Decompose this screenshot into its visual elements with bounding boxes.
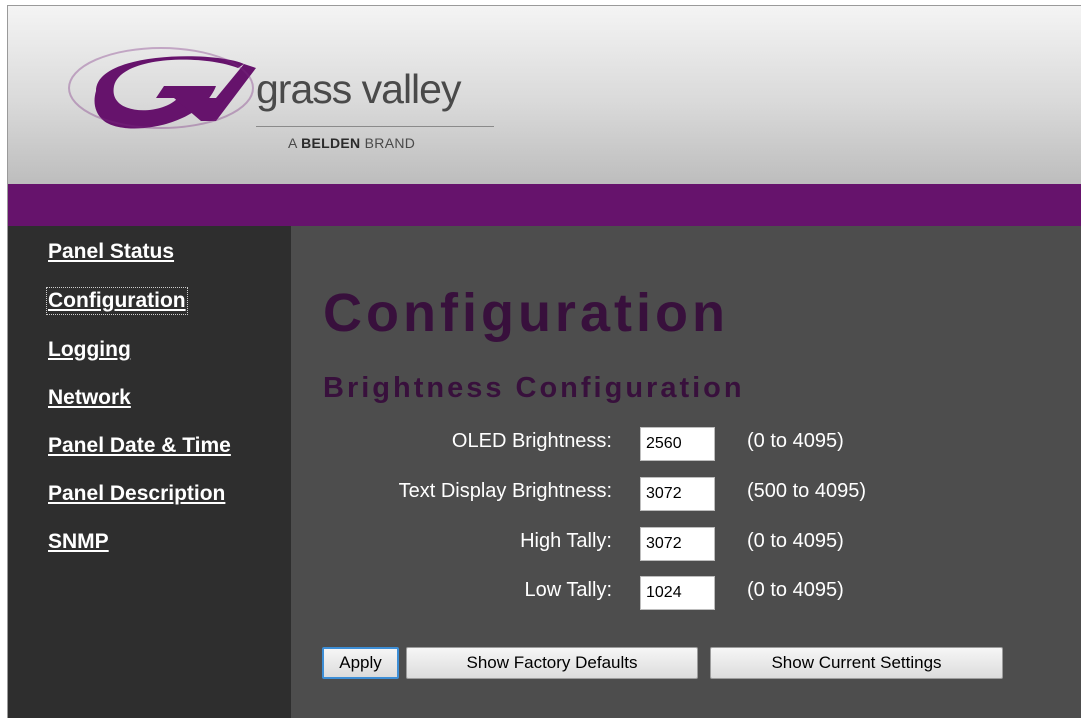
sidebar-item-network[interactable]: Network xyxy=(48,386,131,410)
header-band xyxy=(8,184,1081,226)
field-row-low-tally: Low Tally: (0 to 4095) xyxy=(291,573,1081,610)
field-row-high-tally: High Tally: (0 to 4095) xyxy=(291,524,1081,561)
sidebar-item-panel-status[interactable]: Panel Status xyxy=(48,240,174,264)
sidebar-item-snmp[interactable]: SNMP xyxy=(48,530,109,554)
tagline-belden: BELDEN xyxy=(301,135,361,151)
grass-valley-logo: grass valley A BELDEN BRAND xyxy=(66,46,526,166)
tagline-suffix: BRAND xyxy=(364,135,416,151)
gv-logo-icon xyxy=(68,47,256,129)
sidebar-item-panel-date-time[interactable]: Panel Date & Time xyxy=(48,434,231,458)
text-display-brightness-range: (500 to 4095) xyxy=(747,480,866,502)
tagline-prefix: A xyxy=(288,135,297,151)
sidebar: Panel Status Configuration Logging Netwo… xyxy=(8,226,291,718)
low-tally-input[interactable] xyxy=(640,576,715,610)
page-title: Configuration xyxy=(323,283,729,343)
main-content: Configuration Brightness Configuration O… xyxy=(291,226,1081,718)
low-tally-label: Low Tally: xyxy=(524,579,612,601)
field-row-text-display-brightness: Text Display Brightness: (500 to 4095) xyxy=(291,474,1081,511)
header: grass valley A BELDEN BRAND xyxy=(8,6,1081,184)
show-factory-defaults-button[interactable]: Show Factory Defaults xyxy=(406,647,698,679)
logo-wordmark: grass valley xyxy=(256,66,461,112)
sidebar-item-panel-description[interactable]: Panel Description xyxy=(48,482,225,506)
high-tally-label: High Tally: xyxy=(520,530,612,552)
sidebar-item-logging[interactable]: Logging xyxy=(48,338,131,362)
high-tally-range: (0 to 4095) xyxy=(747,530,844,552)
logo-divider xyxy=(256,126,494,127)
field-row-oled-brightness: OLED Brightness: (0 to 4095) xyxy=(291,424,1081,461)
text-display-brightness-input[interactable] xyxy=(640,477,715,511)
text-display-brightness-label: Text Display Brightness: xyxy=(398,480,612,502)
low-tally-range: (0 to 4095) xyxy=(747,579,844,601)
show-current-settings-button[interactable]: Show Current Settings xyxy=(710,647,1003,679)
oled-brightness-label: OLED Brightness: xyxy=(451,430,612,452)
section-title: Brightness Configuration xyxy=(323,372,745,404)
oled-brightness-input[interactable] xyxy=(640,427,715,461)
browser-page: grass valley A BELDEN BRAND Panel Status… xyxy=(7,5,1081,718)
logo-tagline: A BELDEN BRAND xyxy=(288,135,415,151)
apply-button[interactable]: Apply xyxy=(322,647,399,679)
high-tally-input[interactable] xyxy=(640,527,715,561)
sidebar-item-configuration[interactable]: Configuration xyxy=(46,287,188,315)
oled-brightness-range: (0 to 4095) xyxy=(747,430,844,452)
